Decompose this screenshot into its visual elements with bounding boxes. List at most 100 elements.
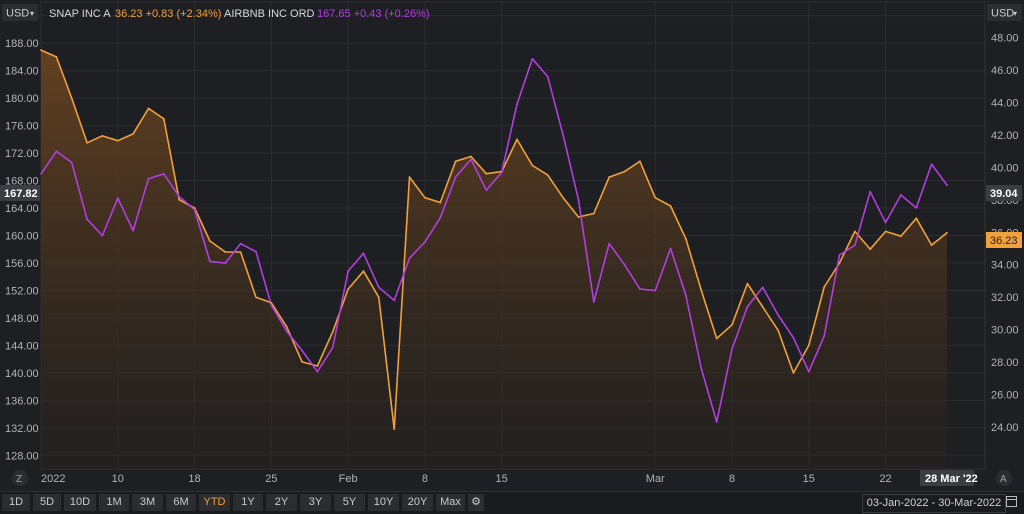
data-point-0 (393, 428, 396, 431)
timeframe-1d-button[interactable]: 1D (2, 494, 30, 511)
left-axis-tick-label: 160.00 (5, 231, 39, 243)
data-point-1 (70, 161, 73, 164)
data-point-1 (255, 250, 257, 253)
left-currency-label: USD (6, 8, 29, 20)
data-point-0 (546, 174, 549, 177)
data-point-1 (777, 314, 779, 316)
data-point-0 (654, 196, 657, 199)
data-point-1 (408, 257, 411, 260)
left-axis-tick-label: 132.00 (5, 423, 39, 435)
left-value-marker-label: 167.82 (4, 188, 38, 200)
data-point-1 (424, 241, 426, 243)
x-axis-tick-label: 15 (496, 473, 508, 485)
timeframe-1y-button[interactable]: 1Y (233, 494, 263, 511)
data-point-0 (439, 201, 442, 204)
data-point-1 (669, 247, 672, 250)
timeframe-5y-button[interactable]: 5Y (334, 494, 365, 511)
x-axis-tick-label: 8 (729, 473, 735, 485)
x-axis-tick-label: Mar (646, 473, 665, 485)
data-point-0 (639, 160, 641, 163)
left-axis-tick-label: 140.00 (5, 368, 39, 380)
data-point-1 (869, 190, 872, 193)
data-point-1 (147, 177, 150, 180)
timeframe-ytd-button[interactable]: YTD (199, 494, 230, 511)
data-point-0 (270, 301, 273, 304)
data-point-0 (55, 56, 58, 58)
chevron-down-icon: ▾ (1013, 9, 1017, 18)
data-point-0 (347, 288, 349, 290)
data-point-0 (823, 286, 826, 288)
calendar-icon[interactable] (1006, 496, 1017, 507)
x-axis-tick-label: 25 (265, 473, 277, 485)
data-point-0 (731, 323, 733, 326)
data-point-1 (454, 176, 457, 179)
right-axis-tick-label: 48.00 (991, 33, 1019, 45)
data-point-1 (900, 194, 902, 196)
price-chart[interactable]: 128.00 132.00 136.00 140.00 144.00 148.00 152.… (0, 0, 1024, 490)
timeframe-20y-button[interactable]: 20Y (402, 494, 433, 511)
timeframe-6m-button[interactable]: 6M (166, 494, 196, 511)
data-point-0 (362, 270, 365, 273)
timeframe-max-button[interactable]: Max (436, 494, 465, 511)
data-point-0 (193, 207, 196, 209)
data-point-0 (700, 289, 703, 292)
left-axis-tick-label: 164.00 (5, 203, 39, 215)
data-point-1 (470, 158, 472, 161)
gear-icon[interactable]: ⚙ (468, 494, 484, 511)
data-point-0 (854, 230, 856, 233)
data-point-1 (946, 184, 948, 187)
data-point-1 (792, 336, 795, 339)
data-point-1 (500, 171, 503, 174)
timeframe-10y-button[interactable]: 10Y (368, 494, 399, 511)
right-axis-tick-label: 32.00 (991, 292, 1019, 304)
data-point-0 (884, 230, 887, 233)
legend-abnb-quote: 167.65 +0.43 (+0.26%) (317, 8, 430, 20)
timeframe-toolbar: 1D 5D 10D 1M 3M 6M YTD 1Y 2Y 3Y 5Y 10Y 2… (0, 491, 1024, 514)
timeframe-5d-button[interactable]: 5D (33, 494, 61, 511)
right-axis-tick-label: 42.00 (991, 130, 1019, 142)
data-point-1 (316, 370, 319, 373)
left-axis-tick-label: 144.00 (5, 340, 39, 352)
data-point-0 (485, 172, 488, 175)
data-point-1 (807, 370, 810, 373)
data-point-0 (162, 117, 165, 120)
data-point-1 (761, 286, 764, 289)
timeframe-2y-button[interactable]: 2Y (266, 494, 297, 511)
timeframe-1m-button[interactable]: 1M (99, 494, 129, 511)
data-point-1 (731, 348, 733, 350)
left-axis-tick-label: 184.00 (5, 66, 39, 78)
data-point-1 (639, 288, 641, 290)
left-axis-tick-label: 180.00 (5, 93, 39, 105)
data-point-1 (362, 252, 365, 255)
data-point-0 (669, 205, 672, 207)
data-point-1 (193, 208, 196, 211)
left-axis-tick-label: 152.00 (5, 285, 39, 297)
data-point-0 (777, 329, 779, 332)
data-point-0 (807, 344, 810, 347)
data-point-0 (408, 176, 411, 179)
data-point-0 (608, 176, 611, 179)
data-point-1 (132, 229, 135, 232)
data-point-0 (224, 251, 227, 253)
data-point-1 (516, 103, 518, 106)
data-point-0 (915, 217, 918, 220)
data-point-0 (930, 244, 933, 247)
timeframe-10d-button[interactable]: 10D (64, 494, 96, 511)
data-point-0 (178, 198, 181, 201)
data-point-0 (592, 212, 595, 215)
left-scale-label: Z (16, 474, 22, 485)
data-point-1 (531, 57, 534, 60)
right-abnb-marker-label: 39.04 (990, 188, 1018, 200)
data-point-0 (792, 372, 795, 374)
data-point-0 (331, 330, 334, 333)
data-point-1 (592, 301, 595, 303)
timeframe-3m-button[interactable]: 3M (132, 494, 163, 511)
left-axis-tick-label: 176.00 (5, 121, 39, 133)
date-range-field[interactable]: 03-Jan-2022 - 30-Mar-2022 (862, 494, 1006, 513)
data-point-1 (623, 263, 626, 266)
data-point-1 (838, 254, 841, 256)
timeframe-3y-button[interactable]: 3Y (300, 494, 331, 511)
left-axis-tick-label: 128.00 (5, 450, 39, 462)
data-point-0 (746, 282, 749, 285)
x-axis-tick-label: 18 (188, 473, 200, 485)
